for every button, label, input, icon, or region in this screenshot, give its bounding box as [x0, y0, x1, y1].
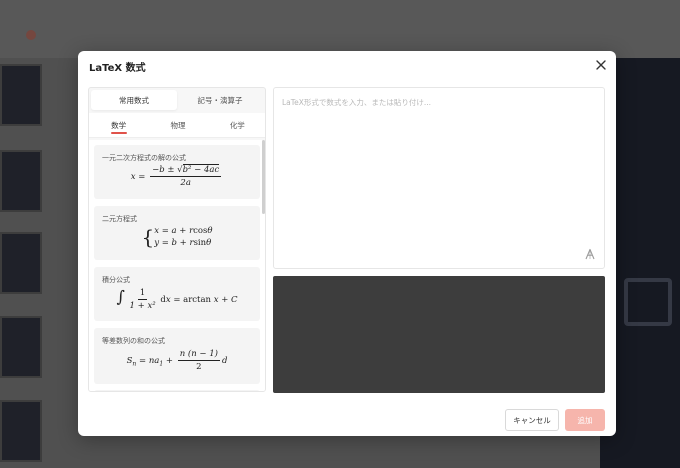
cancel-button[interactable]: キャンセル — [505, 409, 559, 431]
subject-tabs: 数学 物理 化学 — [89, 113, 265, 138]
close-icon — [596, 60, 606, 70]
font-style-icon[interactable] — [584, 248, 596, 260]
formula-card-integral[interactable]: 積分公式 ∫ 11 + x² dx = arctan x + C — [94, 267, 260, 321]
tab-math[interactable]: 数学 — [89, 113, 148, 137]
formula-rendering: Sn = na1 + n (n − 1) 2 d — [126, 349, 228, 372]
formula-rendering: x = −b ± √b² − 4ac 2a — [130, 164, 222, 188]
segment-common-formulas[interactable]: 常用数式 — [91, 90, 177, 110]
scrollbar[interactable] — [262, 140, 265, 214]
formula-label: 積分公式 — [102, 276, 130, 284]
formula-label: 一元二次方程式の解の公式 — [102, 154, 186, 162]
close-button[interactable] — [594, 57, 608, 71]
latex-editor — [273, 87, 605, 269]
segment-control: 常用数式 記号・演算子 — [91, 90, 263, 110]
formula-list: 一元二次方程式の解の公式 x = −b ± √b² − 4ac 2a 二元方程式 … — [89, 140, 265, 391]
formula-card[interactable] — [94, 390, 260, 391]
latex-input[interactable] — [274, 88, 604, 268]
formula-preview — [273, 276, 605, 393]
segment-symbols-operators[interactable]: 記号・演算子 — [177, 90, 263, 110]
formula-rendering: ∫ 11 + x² dx = arctan x + C — [116, 287, 238, 311]
formula-card-quadratic[interactable]: 一元二次方程式の解の公式 x = −b ± √b² − 4ac 2a — [94, 145, 260, 199]
formula-label: 等差数列の和の公式 — [102, 337, 165, 345]
dialog-title: LaTeX 数式 — [89, 63, 146, 74]
tab-chemistry[interactable]: 化学 — [208, 113, 265, 137]
formula-panel: 常用数式 記号・演算子 数学 物理 化学 一元二次方程式の解の公式 x = −b… — [88, 87, 266, 392]
latex-dialog: LaTeX 数式 常用数式 記号・演算子 数学 物理 化学 一元二次方程式の解の… — [78, 51, 616, 436]
add-button[interactable]: 追加 — [565, 409, 605, 431]
tab-physics[interactable]: 物理 — [148, 113, 207, 137]
formula-card-simultaneous[interactable]: 二元方程式 { x = a + rcosθ y = b + rsinθ — [94, 206, 260, 260]
formula-card-arithmetic-sum[interactable]: 等差数列の和の公式 Sn = na1 + n (n − 1) 2 d — [94, 328, 260, 384]
formula-label: 二元方程式 — [102, 215, 137, 223]
formula-rendering: { x = a + rcosθ y = b + rsinθ — [141, 225, 213, 249]
